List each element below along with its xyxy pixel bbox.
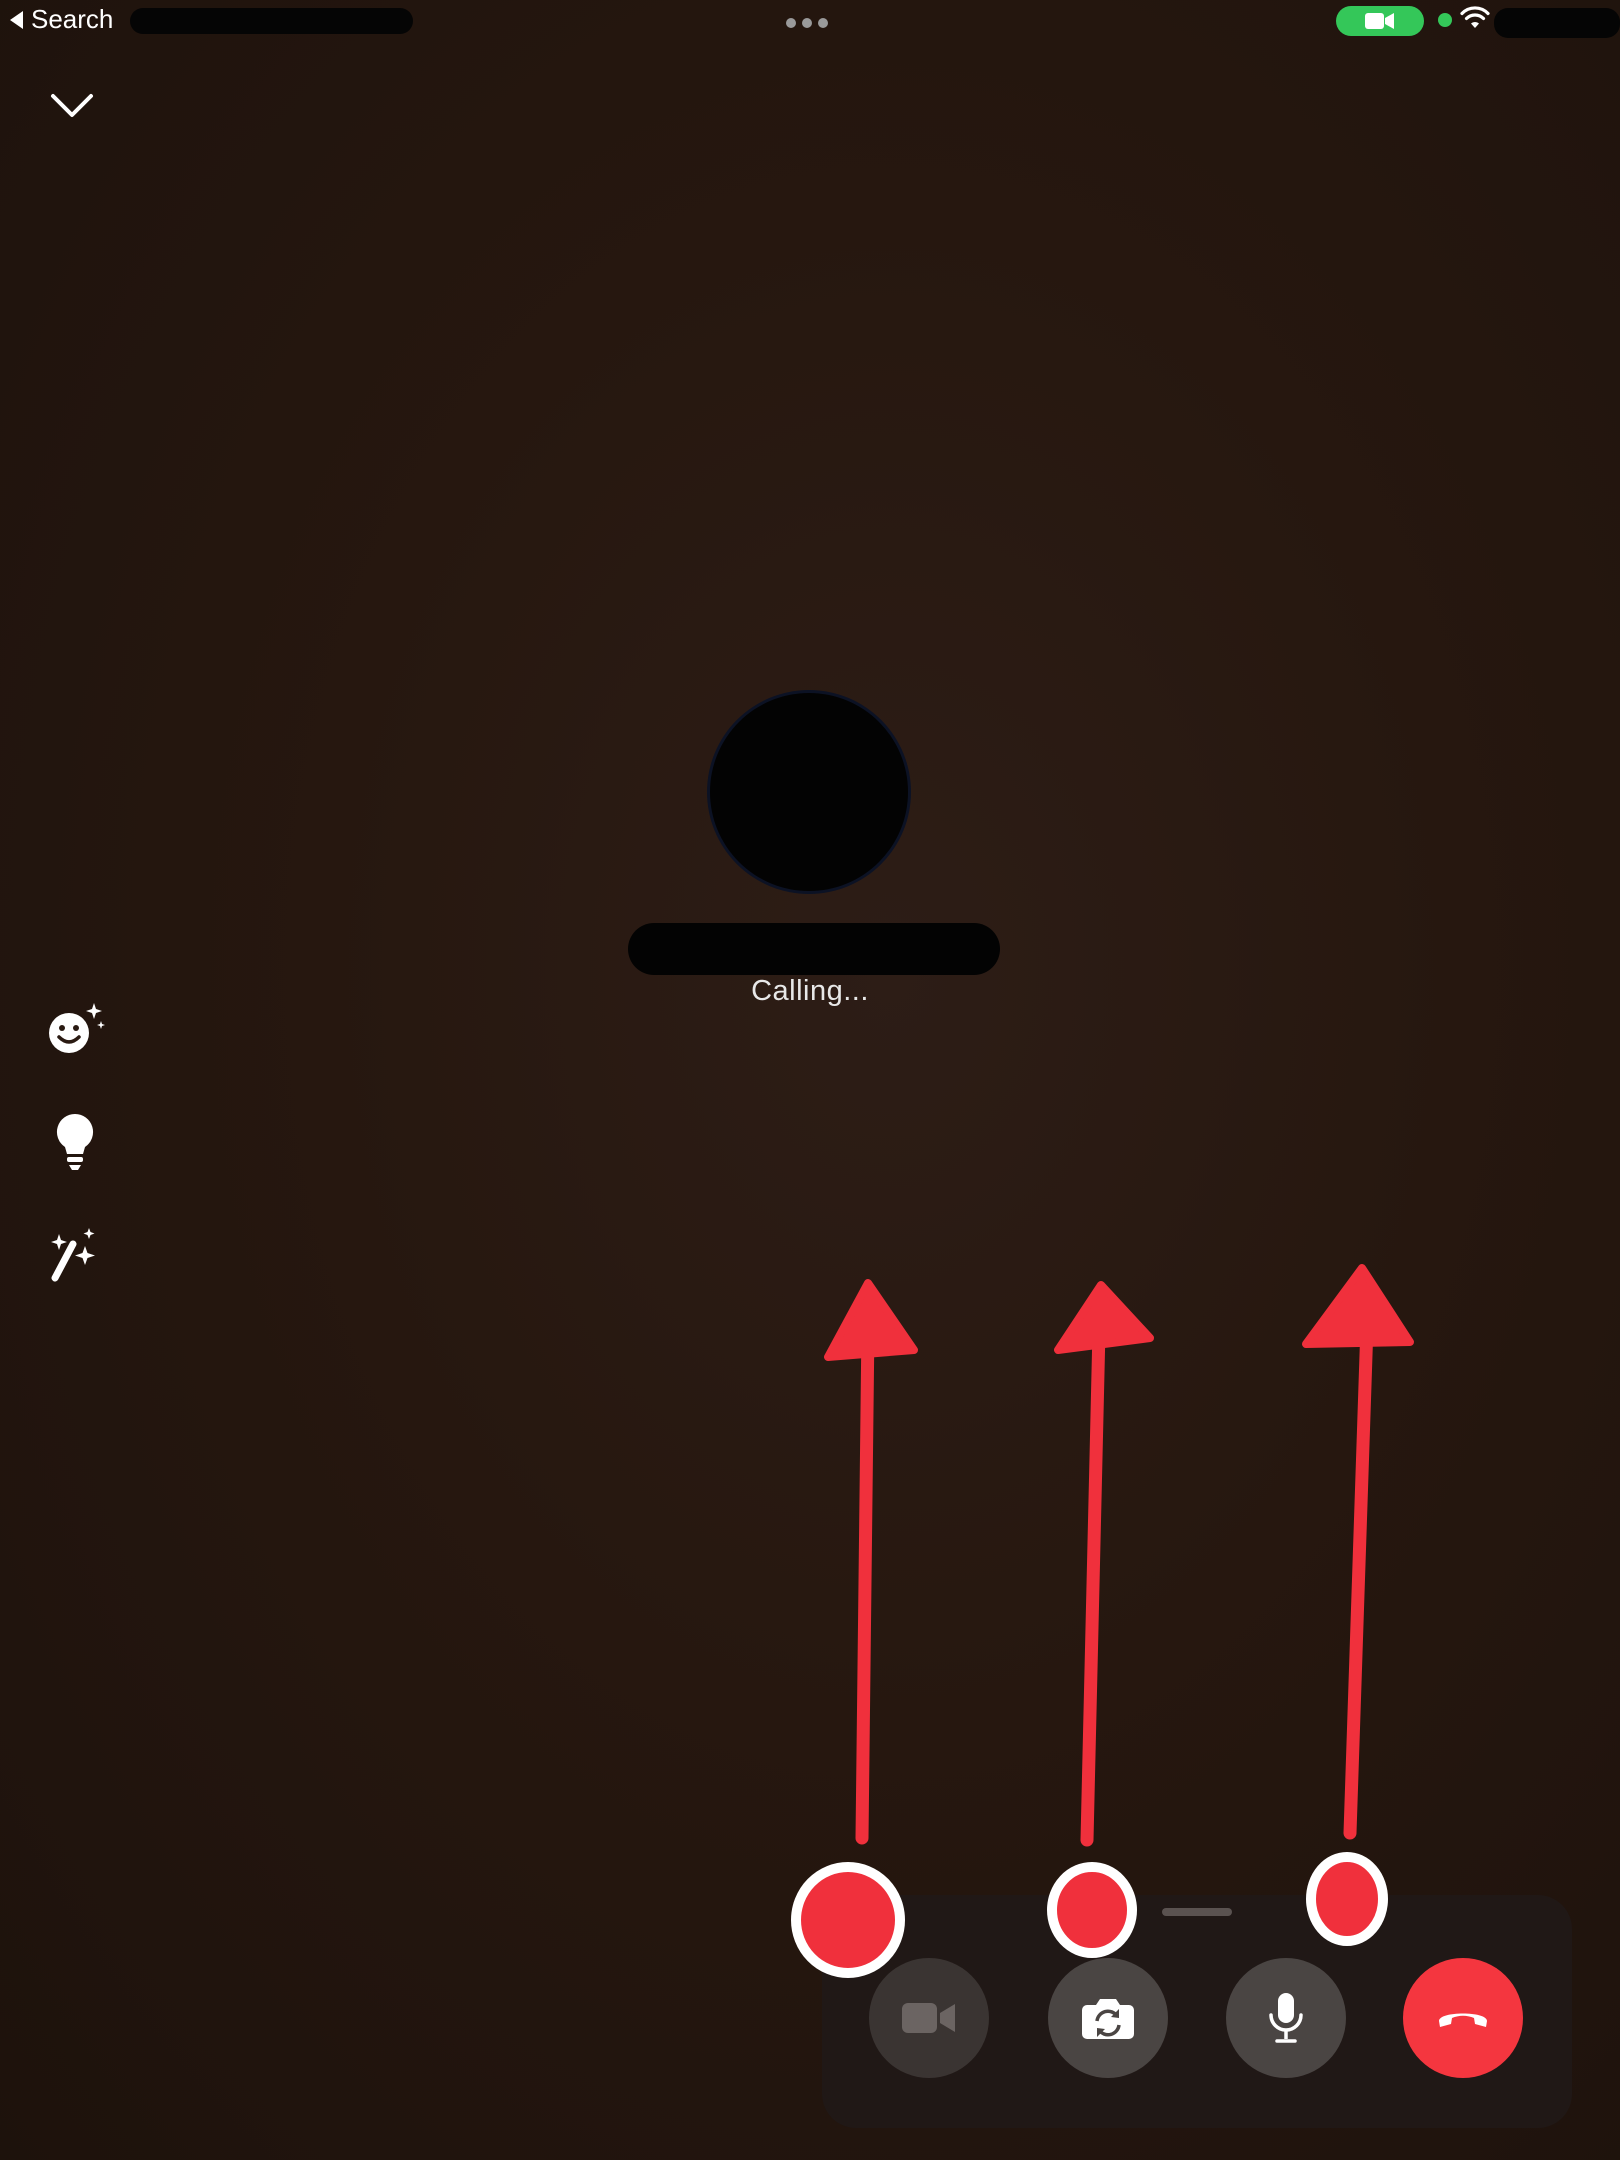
chevron-down-icon[interactable] xyxy=(50,92,94,120)
caller-avatar xyxy=(710,693,908,891)
flip-camera-icon xyxy=(1082,1999,1134,2039)
lightbulb-icon xyxy=(56,1113,94,1170)
video-camera-icon xyxy=(902,2003,955,2033)
panel-grabber-handle[interactable] xyxy=(1162,1908,1232,1916)
microphone-button[interactable] xyxy=(1226,1958,1346,2078)
redacted-caller-name xyxy=(628,923,1000,975)
annotation-arrow-3 xyxy=(1302,1264,1414,1946)
flip-camera-button[interactable] xyxy=(1048,1958,1168,2078)
back-to-search-button[interactable]: Search xyxy=(10,4,113,35)
annotation-overlay xyxy=(791,1264,1414,1978)
redacted-battery xyxy=(1494,8,1620,38)
video-camera-icon xyxy=(1365,13,1394,29)
back-label: Search xyxy=(31,4,114,34)
magic-wand-icon xyxy=(51,1228,95,1282)
microphone-icon xyxy=(1269,1993,1303,2043)
annotation-arrow-2 xyxy=(1047,1281,1154,1958)
wifi-icon xyxy=(1460,6,1490,28)
magic-button[interactable] xyxy=(40,1219,110,1289)
camera-in-use-indicator xyxy=(1336,6,1424,36)
privacy-indicator-dot xyxy=(1438,13,1452,27)
end-call-button[interactable] xyxy=(1403,1958,1523,2078)
effects-button[interactable] xyxy=(40,994,110,1064)
redacted-carrier xyxy=(130,8,413,34)
video-toggle-button[interactable] xyxy=(869,1958,989,2078)
sparkle-smiley-icon xyxy=(49,1003,105,1053)
multitask-ellipsis-icon[interactable] xyxy=(786,18,828,28)
phone-hangup-icon xyxy=(1439,2013,1487,2027)
call-status-text: Calling... xyxy=(751,975,869,1007)
lighting-button[interactable] xyxy=(40,1107,110,1177)
back-triangle-icon xyxy=(10,10,23,29)
annotation-arrow-1 xyxy=(791,1279,918,1978)
